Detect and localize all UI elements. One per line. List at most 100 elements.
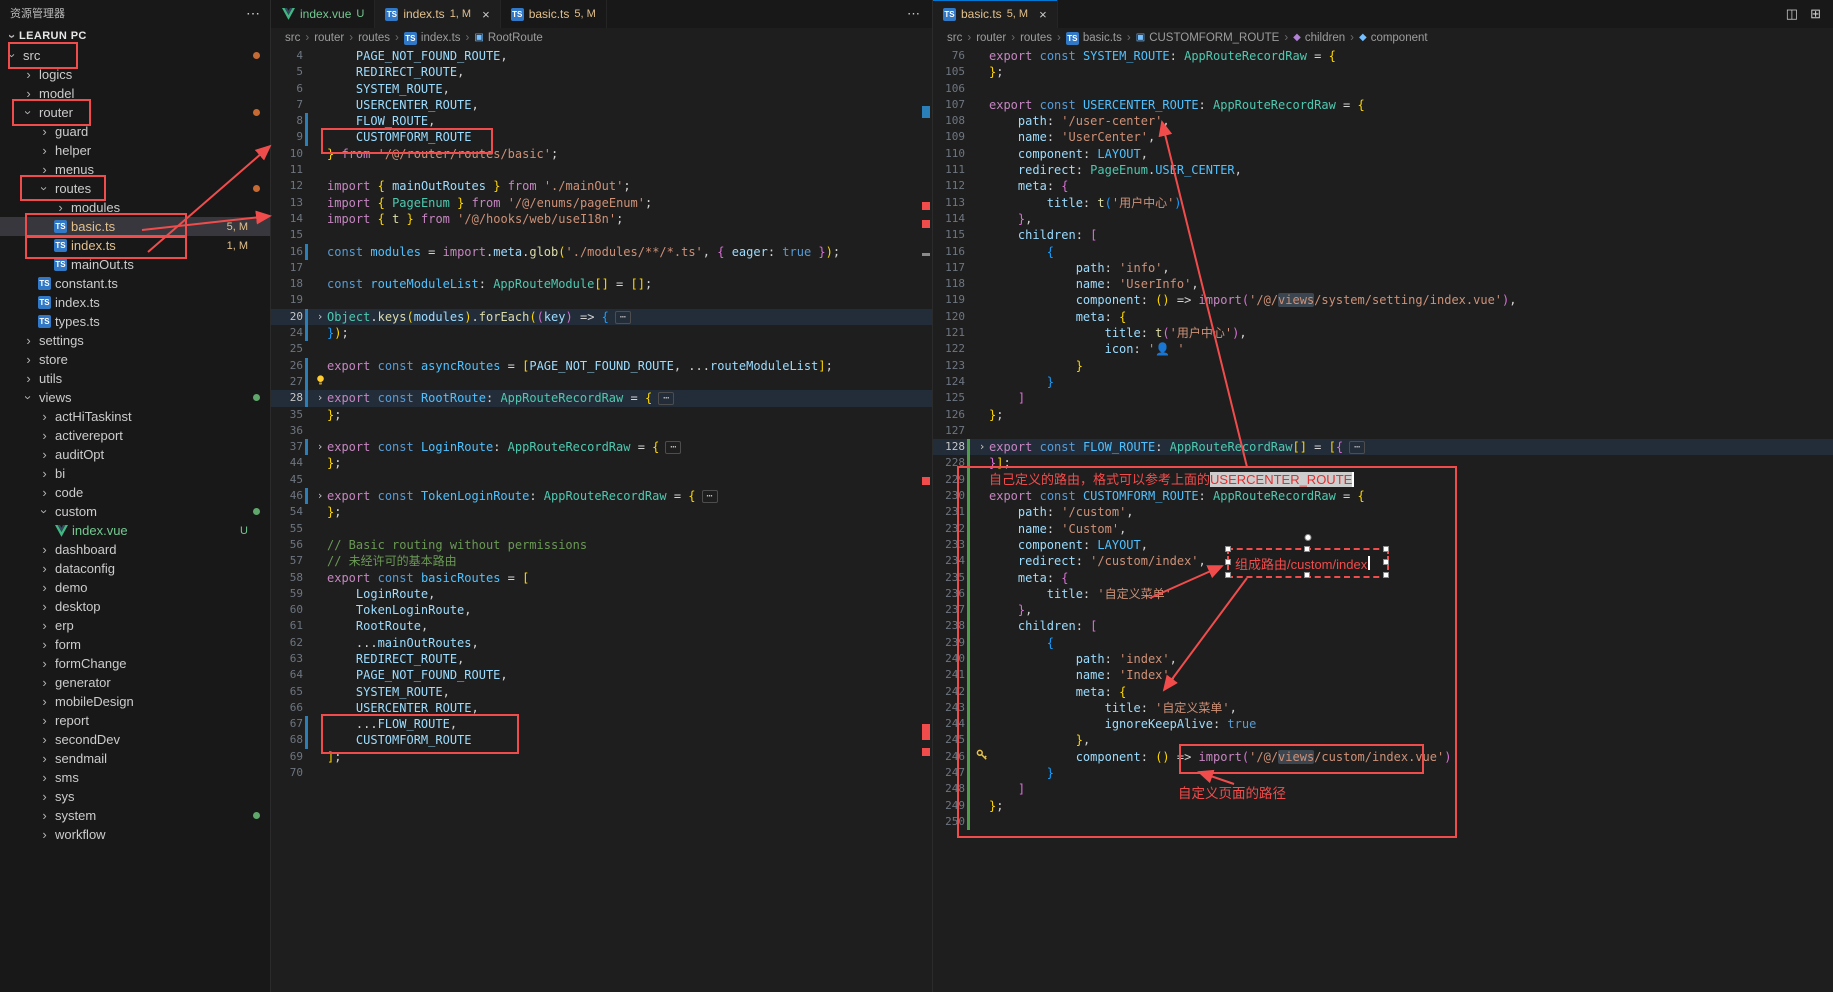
code-line-120[interactable]: 120 meta: { xyxy=(933,309,1833,325)
line-number[interactable]: 115 xyxy=(933,227,967,243)
folded-code-ellipsis[interactable]: ⋯ xyxy=(658,392,674,405)
tree-file-index.ts[interactable]: TSindex.ts1, M xyxy=(0,236,270,255)
line-number[interactable]: 26 xyxy=(271,358,305,374)
line-number[interactable]: 248 xyxy=(933,781,967,797)
code-line-10[interactable]: 10} from '/@/router/routes/basic'; xyxy=(271,146,932,162)
line-number[interactable]: 16 xyxy=(271,244,305,260)
key-icon[interactable] xyxy=(976,751,988,764)
code-line-20[interactable]: 20›Object.keys(modules).forEach((key) =>… xyxy=(271,309,932,325)
line-number[interactable]: 62 xyxy=(271,635,305,651)
tree-folder-dataconfig[interactable]: ›dataconfig xyxy=(0,559,270,578)
line-number[interactable]: 126 xyxy=(933,407,967,423)
folded-code-ellipsis[interactable]: ⋯ xyxy=(702,490,718,503)
line-number[interactable]: 112 xyxy=(933,178,967,194)
line-number[interactable]: 114 xyxy=(933,211,967,227)
code-line-248[interactable]: 248 ] xyxy=(933,781,1833,797)
split-editor-icon[interactable]: ◫ xyxy=(1786,6,1798,22)
tree-folder-sys[interactable]: ›sys xyxy=(0,787,270,806)
tree-folder-logics[interactable]: ›logics xyxy=(0,65,270,84)
tree-folder-erp[interactable]: ›erp xyxy=(0,616,270,635)
line-number[interactable]: 107 xyxy=(933,97,967,113)
code-line-69[interactable]: 69]; xyxy=(271,749,932,765)
line-number[interactable]: 119 xyxy=(933,292,967,308)
line-number[interactable]: 55 xyxy=(271,521,305,537)
code-line-115[interactable]: 115 children: [ xyxy=(933,227,1833,243)
tree-folder-report[interactable]: ›report xyxy=(0,711,270,730)
line-number[interactable]: 229 xyxy=(933,472,967,488)
workspace-header[interactable]: › LEARUN PC xyxy=(0,26,270,46)
tree-file-mainOut.ts[interactable]: TSmainOut.ts xyxy=(0,255,270,274)
code-line-44[interactable]: 44}; xyxy=(271,455,932,471)
breadcrumb-item-router[interactable]: router xyxy=(976,32,1006,44)
breadcrumb-item-children[interactable]: ◆children xyxy=(1293,32,1345,44)
tree-folder-mobileDesign[interactable]: ›mobileDesign xyxy=(0,692,270,711)
code-line-107[interactable]: 107export const USERCENTER_ROUTE: AppRou… xyxy=(933,97,1833,113)
line-number[interactable]: 11 xyxy=(271,162,305,178)
tree-folder-desktop[interactable]: ›desktop xyxy=(0,597,270,616)
code-line-62[interactable]: 62 ...mainOutRoutes, xyxy=(271,635,932,651)
code-line-105[interactable]: 105}; xyxy=(933,64,1833,80)
line-number[interactable]: 113 xyxy=(933,195,967,211)
line-number[interactable]: 20 xyxy=(271,309,305,325)
line-number[interactable]: 44 xyxy=(271,455,305,471)
tree-file-basic.ts[interactable]: TSbasic.ts5, M xyxy=(0,217,270,236)
tree-folder-menus[interactable]: ›menus xyxy=(0,160,270,179)
code-line-58[interactable]: 58export const basicRoutes = [ xyxy=(271,570,932,586)
line-number[interactable]: 228 xyxy=(933,455,967,471)
tree-folder-code[interactable]: ›code xyxy=(0,483,270,502)
code-line-125[interactable]: 125 ] xyxy=(933,390,1833,406)
code-line-46[interactable]: 46›export const TokenLoginRoute: AppRout… xyxy=(271,488,932,504)
code-line-238[interactable]: 238 children: [ xyxy=(933,618,1833,634)
code-line-128[interactable]: 128›export const FLOW_ROUTE: AppRouteRec… xyxy=(933,439,1833,455)
code-line-240[interactable]: 240 path: 'index', xyxy=(933,651,1833,667)
code-line-37[interactable]: 37›export const LoginRoute: AppRouteReco… xyxy=(271,439,932,455)
folded-code-ellipsis[interactable]: ⋯ xyxy=(665,441,681,454)
fold-chevron-icon[interactable]: › xyxy=(313,309,327,325)
tab-index.ts[interactable]: TSindex.ts1, M× xyxy=(375,0,500,28)
tree-folder-activereport[interactable]: ›activereport xyxy=(0,426,270,445)
code-line-61[interactable]: 61 RootRoute, xyxy=(271,618,932,634)
line-number[interactable]: 234 xyxy=(933,553,967,569)
tree-folder-generator[interactable]: ›generator xyxy=(0,673,270,692)
tree-folder-workflow[interactable]: ›workflow xyxy=(0,825,270,844)
folded-code-ellipsis[interactable]: ⋯ xyxy=(615,311,631,324)
tree-file-constant.ts[interactable]: TSconstant.ts xyxy=(0,274,270,293)
line-number[interactable]: 57 xyxy=(271,553,305,569)
code-line-114[interactable]: 114 }, xyxy=(933,211,1833,227)
code-line-246[interactable]: 246 component: () => import('/@/views/cu… xyxy=(933,749,1833,765)
breadcrumb-item-component[interactable]: ◆component xyxy=(1359,32,1428,44)
line-number[interactable]: 249 xyxy=(933,798,967,814)
code-line-109[interactable]: 109 name: 'UserCenter', xyxy=(933,129,1833,145)
fold-chevron-icon[interactable]: › xyxy=(975,439,989,455)
line-number[interactable]: 127 xyxy=(933,423,967,439)
code-line-35[interactable]: 35}; xyxy=(271,407,932,423)
code-line-237[interactable]: 237 }, xyxy=(933,602,1833,618)
tree-folder-formChange[interactable]: ›formChange xyxy=(0,654,270,673)
code-line-14[interactable]: 14import { t } from '/@/hooks/web/useI18… xyxy=(271,211,932,227)
tree-folder-form[interactable]: ›form xyxy=(0,635,270,654)
line-number[interactable]: 66 xyxy=(271,700,305,716)
tree-folder-system[interactable]: ›system xyxy=(0,806,270,825)
code-line-110[interactable]: 110 component: LAYOUT, xyxy=(933,146,1833,162)
line-number[interactable]: 12 xyxy=(271,178,305,194)
code-line-12[interactable]: 12import { mainOutRoutes } from './mainO… xyxy=(271,178,932,194)
code-line-60[interactable]: 60 TokenLoginRoute, xyxy=(271,602,932,618)
line-number[interactable]: 36 xyxy=(271,423,305,439)
line-number[interactable]: 240 xyxy=(933,651,967,667)
code-line-113[interactable]: 113 title: t('用户中心') xyxy=(933,195,1833,211)
line-number[interactable]: 67 xyxy=(271,716,305,732)
line-number[interactable]: 239 xyxy=(933,635,967,651)
line-number[interactable]: 64 xyxy=(271,667,305,683)
breadcrumb-item-CUSTOMFORM_ROUTE[interactable]: ▣CUSTOMFORM_ROUTE xyxy=(1136,32,1280,44)
line-number[interactable]: 245 xyxy=(933,732,967,748)
line-number[interactable]: 120 xyxy=(933,309,967,325)
code-line-127[interactable]: 127 xyxy=(933,423,1833,439)
code-line-6[interactable]: 6 SYSTEM_ROUTE, xyxy=(271,81,932,97)
line-number[interactable]: 108 xyxy=(933,113,967,129)
code-line-231[interactable]: 231 path: '/custom', xyxy=(933,504,1833,520)
breadcrumb-item-src[interactable]: src xyxy=(947,32,962,44)
line-number[interactable]: 122 xyxy=(933,341,967,357)
lightbulb-icon[interactable] xyxy=(315,376,326,389)
line-number[interactable]: 238 xyxy=(933,618,967,634)
line-number[interactable]: 121 xyxy=(933,325,967,341)
